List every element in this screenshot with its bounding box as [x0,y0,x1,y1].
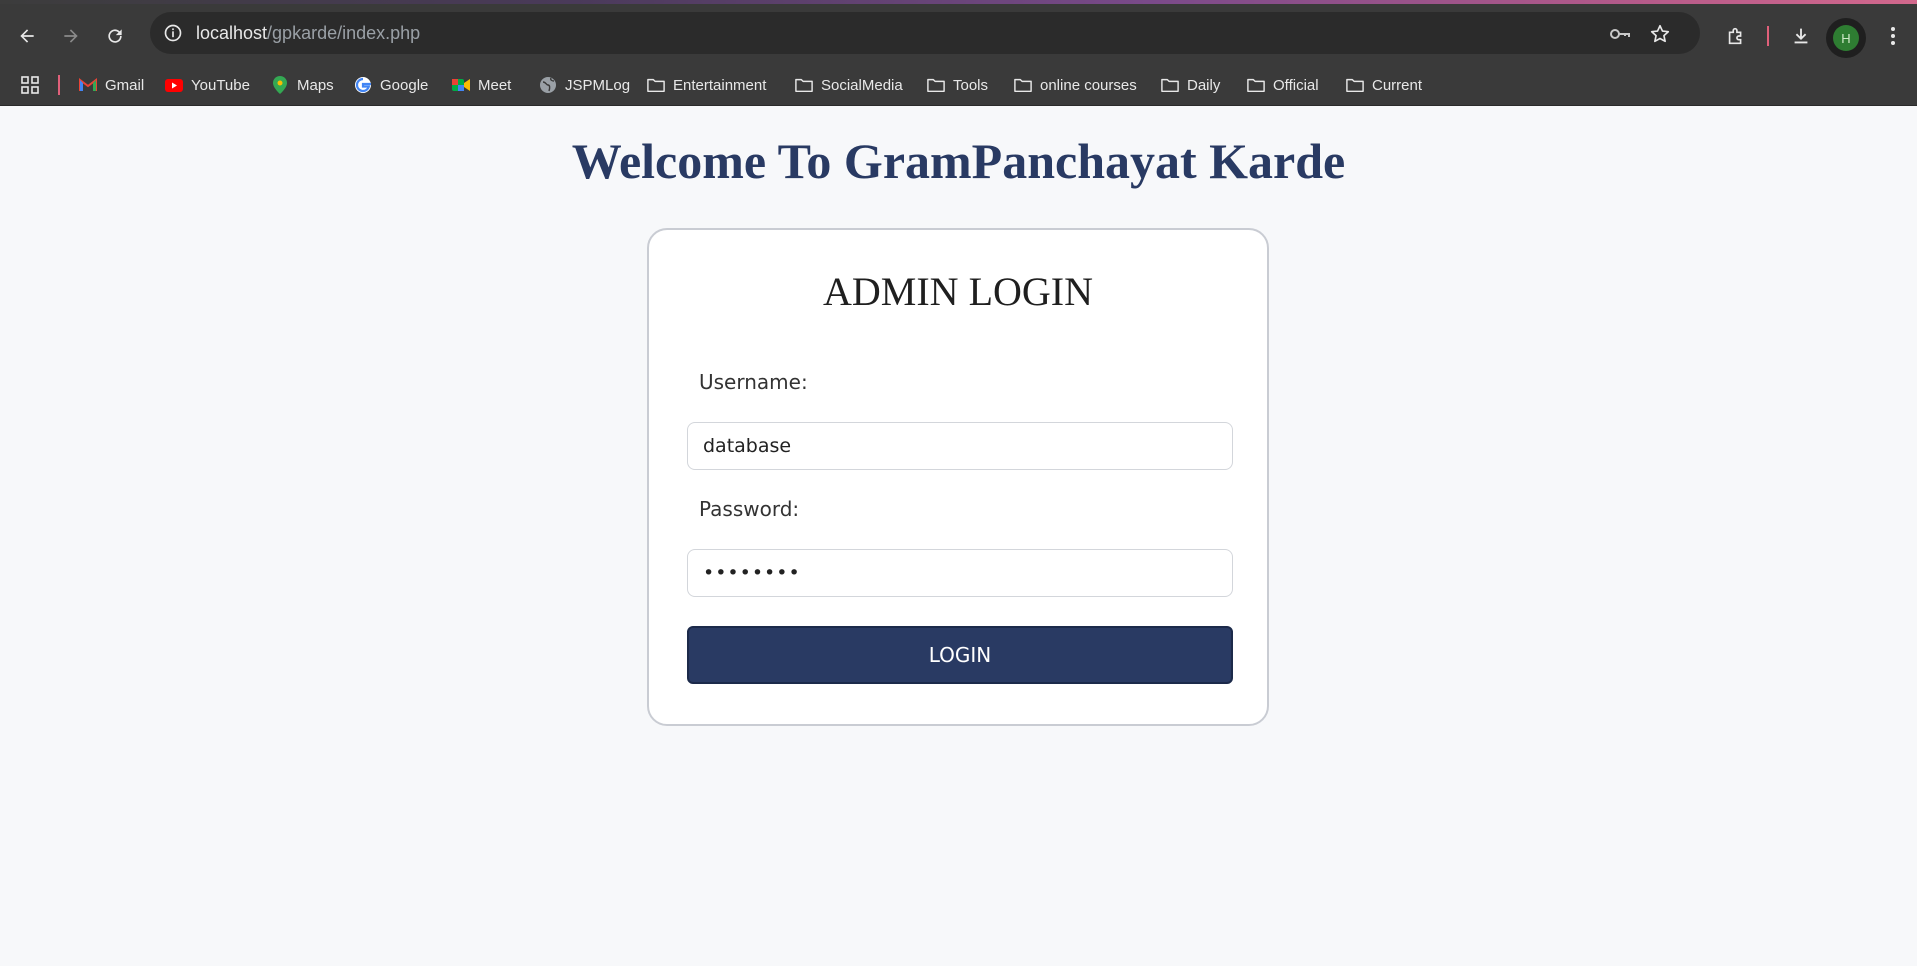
back-button[interactable] [10,19,44,53]
toolbar-divider [1767,26,1769,46]
bookmark-folder-tools[interactable]: Tools [927,65,988,105]
bookmark-label: Entertainment [673,76,767,94]
bookmark-label: Google [380,76,429,94]
username-label: Username: [699,370,808,394]
bookmark-meet[interactable]: Meet [452,65,511,105]
arrow-left-icon [20,29,34,43]
bookmark-gmail[interactable]: Gmail [79,65,144,105]
bookmark-label: SocialMedia [821,76,903,94]
bookmark-folder-official[interactable]: Official [1247,65,1319,105]
bookmark-folder-daily[interactable]: Daily [1161,65,1220,105]
arrow-right-icon [64,29,78,43]
avatar-initial: H [1833,25,1859,51]
password-label: Password: [699,497,800,521]
login-title: ADMIN LOGIN [823,269,1093,314]
globe-icon [539,76,557,94]
username-input[interactable] [687,422,1233,470]
youtube-icon [165,76,183,94]
address-bar[interactable]: localhost/gpkarde/index.php [150,12,1700,54]
profile-avatar[interactable]: H [1826,18,1866,58]
reload-button[interactable] [98,19,132,53]
bookmark-label: Current [1372,76,1423,94]
bookmark-label: Daily [1187,76,1221,94]
bookmark-maps[interactable]: Maps [271,65,334,105]
site-info-icon[interactable] [162,22,184,44]
url-path: /gpkarde/index.php [267,23,421,43]
star-icon[interactable] [1648,22,1672,46]
password-input[interactable]: •••••••• [687,549,1233,597]
menu-dots-icon[interactable] [1880,23,1906,49]
folder-icon [1014,76,1032,94]
folder-icon [927,76,945,94]
bookmark-label: Official [1273,76,1319,94]
bookmark-folder-entertainment[interactable]: Entertainment [647,65,766,105]
bookmarks-bar: Gmail YouTube Maps Google Meet JSPMLog E… [0,65,1917,106]
bookmark-folder-current[interactable]: Current [1346,65,1422,105]
download-icon[interactable] [1788,23,1814,49]
browser-toolbar: localhost/gpkarde/index.php H [0,4,1917,65]
folder-icon [647,76,665,94]
maps-icon [271,76,289,94]
gmail-icon [79,76,97,94]
folder-icon [795,76,813,94]
apps-grid-icon[interactable] [20,65,40,105]
bookmarks-divider [58,75,60,95]
meet-icon [452,76,470,94]
google-icon [354,76,372,94]
password-key-icon[interactable] [1608,22,1632,46]
page-content: Welcome To GramPanchayat Karde ADMIN LOG… [0,106,1917,966]
url-text[interactable]: localhost/gpkarde/index.php [196,23,420,44]
bookmark-folder-socialmedia[interactable]: SocialMedia [795,65,903,105]
bookmark-jspmlog[interactable]: JSPMLog [539,65,630,105]
page-title: Welcome To GramPanchayat Karde [571,133,1346,189]
login-button[interactable]: LOGIN [687,626,1233,684]
folder-icon [1161,76,1179,94]
bookmark-label: online courses [1040,76,1137,94]
login-card: ADMIN LOGIN Username: Password: ••••••••… [647,228,1269,726]
bookmark-youtube[interactable]: YouTube [165,65,250,105]
forward-button[interactable] [54,19,88,53]
bookmark-google[interactable]: Google [354,65,428,105]
folder-icon [1247,76,1265,94]
extensions-icon[interactable] [1723,23,1749,49]
bookmark-label: Maps [297,76,334,94]
reload-icon [108,29,122,43]
bookmark-label: YouTube [191,76,250,94]
bookmark-folder-online-courses[interactable]: online courses [1014,65,1137,105]
bookmark-label: Tools [953,76,989,94]
bookmark-label: JSPMLog [565,76,631,94]
bookmark-label: Gmail [105,76,145,94]
bookmark-label: Meet [478,76,512,94]
url-host: localhost [196,23,268,43]
folder-icon [1346,76,1364,94]
